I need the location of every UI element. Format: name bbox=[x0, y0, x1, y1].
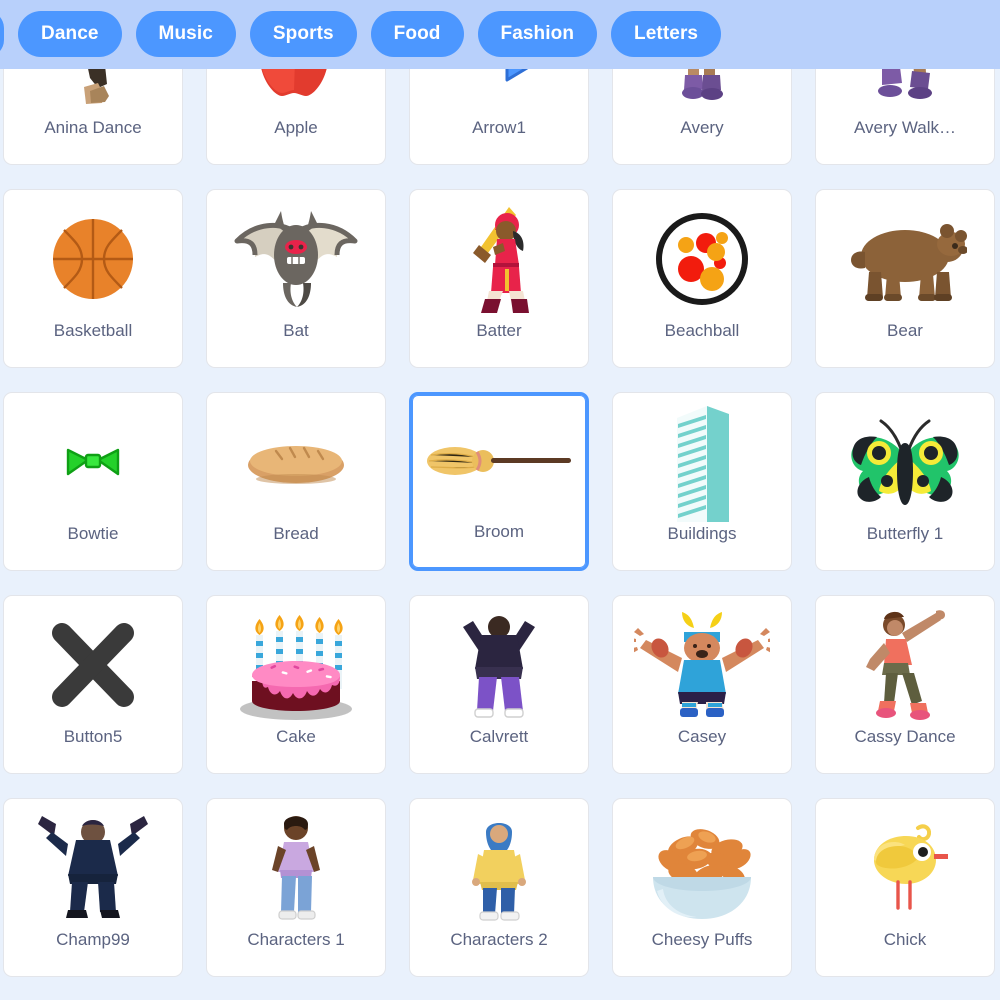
sprite-card-basketball[interactable]: Basketball bbox=[3, 189, 183, 368]
champ99-sprite bbox=[4, 809, 182, 927]
sprite-card-beachball[interactable]: Beachball bbox=[612, 189, 792, 368]
sprite-card-bread[interactable]: Bread bbox=[206, 392, 386, 571]
tab-letters[interactable]: Letters bbox=[611, 11, 722, 57]
sprite-card-butterfly-1[interactable]: Butterfly 1 bbox=[815, 392, 995, 571]
sprite-card-bowtie[interactable]: Bowtie bbox=[3, 392, 183, 571]
tab-music[interactable]: Music bbox=[135, 11, 236, 57]
sprite-card-label: Buildings bbox=[667, 524, 737, 543]
sprite-card-apple[interactable]: Apple bbox=[206, 69, 386, 165]
sprite-card-label: Bat bbox=[283, 321, 309, 340]
tab-fashion[interactable]: Fashion bbox=[477, 11, 598, 57]
characters1-sprite bbox=[207, 809, 385, 927]
sprite-card-label: Button5 bbox=[63, 727, 123, 746]
bread-sprite bbox=[207, 403, 385, 521]
sprite-library-scroll-area[interactable]: Anina Dance Apple Arrow1 Avery Avery Wal… bbox=[0, 69, 1000, 1000]
broom-sprite bbox=[412, 405, 586, 523]
category-tab-bar: Dance Music Sports Food Fashion Letters bbox=[0, 0, 1000, 69]
bear-sprite bbox=[816, 200, 994, 318]
sprite-card-label: Casey bbox=[677, 727, 727, 746]
sprite-card-label: Anina Dance bbox=[44, 118, 142, 137]
sprite-card-cassy-dance[interactable]: Cassy Dance bbox=[815, 595, 995, 774]
sprite-card-button5[interactable]: Button5 bbox=[3, 595, 183, 774]
avery-walking-sprite bbox=[816, 69, 994, 115]
tab-partial-left[interactable] bbox=[0, 11, 4, 57]
sprite-card-label: Cheesy Puffs bbox=[651, 930, 753, 949]
bat-sprite bbox=[207, 200, 385, 318]
button5-sprite bbox=[4, 606, 182, 724]
arrow1-sprite bbox=[410, 69, 588, 115]
sprite-card-anina-dance[interactable]: Anina Dance bbox=[3, 69, 183, 165]
calvrett-sprite bbox=[410, 606, 588, 724]
sprite-card-label: Batter bbox=[476, 321, 522, 340]
sprite-card-label: Butterfly 1 bbox=[866, 524, 944, 543]
sprite-card-avery[interactable]: Avery bbox=[612, 69, 792, 165]
sprite-card-label: Champ99 bbox=[56, 930, 130, 949]
sprite-card-calvrett[interactable]: Calvrett bbox=[409, 595, 589, 774]
basketball-sprite bbox=[4, 200, 182, 318]
cheesy-puffs-sprite bbox=[613, 809, 791, 927]
sprite-card-champ99[interactable]: Champ99 bbox=[3, 798, 183, 977]
sprite-card-label: Cake bbox=[276, 727, 316, 746]
sprite-card-cheesy-puffs[interactable]: Cheesy Puffs bbox=[612, 798, 792, 977]
category-tab-strip: Dance Music Sports Food Fashion Letters bbox=[0, 11, 722, 57]
sprite-card-bat[interactable]: Bat bbox=[206, 189, 386, 368]
sprite-card-broom[interactable]: Broom bbox=[409, 392, 589, 571]
sprite-card-label: Basketball bbox=[53, 321, 133, 340]
sprite-grid: Anina Dance Apple Arrow1 Avery Avery Wal… bbox=[0, 69, 1000, 1000]
sprite-card-label: Bowtie bbox=[67, 524, 119, 543]
sprite-card-avery-walk[interactable]: Avery Walk… bbox=[815, 69, 995, 165]
apple-sprite bbox=[207, 69, 385, 115]
characters2-sprite bbox=[410, 809, 588, 927]
sprite-card-buildings[interactable]: Buildings bbox=[612, 392, 792, 571]
sprite-card-characters-2[interactable]: Characters 2 bbox=[409, 798, 589, 977]
casey-sprite bbox=[613, 606, 791, 724]
avery-sprite bbox=[613, 69, 791, 115]
tab-food[interactable]: Food bbox=[370, 11, 464, 57]
sprite-card-bear[interactable]: Bear bbox=[815, 189, 995, 368]
sprite-card-label: Characters 1 bbox=[247, 930, 345, 949]
sprite-card-label: Avery bbox=[680, 118, 724, 137]
sprite-card-label: Broom bbox=[473, 522, 525, 541]
sprite-card-label: Calvrett bbox=[469, 727, 529, 746]
sprite-card-label: Bear bbox=[887, 321, 923, 340]
sprite-card-label: Beachball bbox=[664, 321, 740, 340]
sprite-card-label: Cassy Dance bbox=[854, 727, 956, 746]
sprite-card-label: Avery Walk… bbox=[853, 118, 957, 137]
cake-sprite bbox=[207, 606, 385, 724]
cassy-dance-sprite bbox=[816, 606, 994, 724]
sprite-card-label: Arrow1 bbox=[472, 118, 526, 137]
batter-sprite bbox=[410, 200, 588, 318]
sprite-card-label: Chick bbox=[883, 930, 927, 949]
chick-sprite bbox=[816, 809, 994, 927]
tab-dance[interactable]: Dance bbox=[18, 11, 122, 57]
sprite-card-label: Bread bbox=[273, 524, 319, 543]
sprite-card-cake[interactable]: Cake bbox=[206, 595, 386, 774]
anina-dance-sprite bbox=[4, 69, 182, 115]
buildings-sprite bbox=[613, 403, 791, 522]
sprite-card-batter[interactable]: Batter bbox=[409, 189, 589, 368]
sprite-card-chick[interactable]: Chick bbox=[815, 798, 995, 977]
sprite-card-characters-1[interactable]: Characters 1 bbox=[206, 798, 386, 977]
bowtie-sprite bbox=[4, 403, 182, 521]
beachball-sprite bbox=[613, 200, 791, 318]
sprite-card-arrow1[interactable]: Arrow1 bbox=[409, 69, 589, 165]
sprite-card-casey[interactable]: Casey bbox=[612, 595, 792, 774]
sprite-card-label: Characters 2 bbox=[450, 930, 548, 949]
tab-sports[interactable]: Sports bbox=[249, 11, 357, 57]
butterfly-sprite bbox=[816, 403, 994, 521]
sprite-card-label: Apple bbox=[274, 118, 318, 137]
